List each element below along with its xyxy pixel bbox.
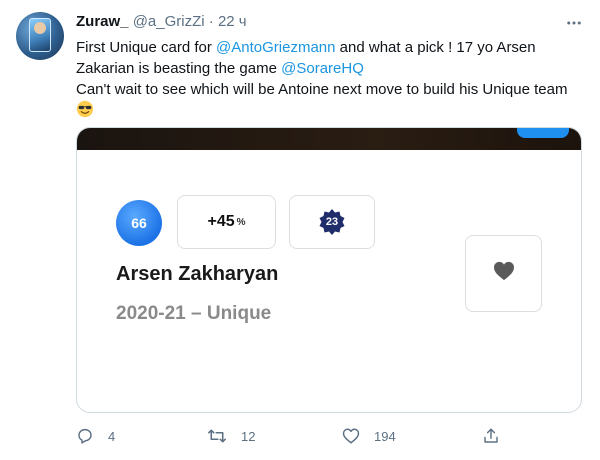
player-rating: 66 <box>116 200 162 246</box>
separator: · <box>208 13 214 30</box>
tweet-line: Zakarian is beasting the game @SorareHQ <box>76 58 586 79</box>
avatar-face <box>34 22 46 34</box>
bonus-unit: % <box>236 216 246 228</box>
image-top-button <box>517 128 569 138</box>
heart-icon <box>493 261 515 286</box>
media-card-image[interactable]: 66 +45% 23 Arsen Zakharyan 2020-21 – Uni… <box>76 127 582 413</box>
reply-button[interactable]: 4 <box>76 424 115 448</box>
avatar[interactable] <box>16 12 64 60</box>
author-handle[interactable]: @a_GrizZi <box>133 13 205 30</box>
like-count: 194 <box>374 428 396 444</box>
mention-link[interactable]: @SorareHQ <box>281 60 364 77</box>
badge-icon: 23 <box>318 208 346 236</box>
retweet-button[interactable]: 12 <box>207 424 255 448</box>
bonus-chip: +45% <box>177 195 276 249</box>
tweet-text: First Unique card for @AntoGriezmann and… <box>76 37 586 124</box>
card-season: 2020-21 – Unique <box>116 303 272 324</box>
tweet-line <box>76 100 586 124</box>
smiling-sunglasses-emoji <box>76 100 94 124</box>
retweet-icon <box>207 427 227 445</box>
tweet[interactable]: Zuraw_ @a_GrizZi · 22 ч First Unique car… <box>0 0 600 460</box>
tweet-header: Zuraw_ @a_GrizZi · 22 ч <box>76 12 247 32</box>
favorite-button <box>465 235 542 312</box>
text-fragment: Zakarian is beasting the game <box>76 60 282 77</box>
reply-count: 4 <box>108 428 116 444</box>
serial-chip: 23 <box>289 195 375 249</box>
author-name[interactable]: Zuraw_ <box>76 13 129 30</box>
more-icon[interactable] <box>564 14 584 32</box>
text-fragment: Can't wait to see which will be Antoine … <box>76 81 568 98</box>
image-top-band <box>77 128 581 150</box>
retweet-count: 12 <box>241 428 256 444</box>
tweet-line: First Unique card for @AntoGriezmann and… <box>76 37 586 58</box>
serial-number: 23 <box>325 216 339 228</box>
reply-icon <box>76 427 94 445</box>
share-icon <box>482 427 500 445</box>
like-button[interactable]: 194 <box>342 424 396 448</box>
share-button[interactable] <box>482 424 500 448</box>
bonus-value: +45 <box>207 213 235 230</box>
mention-link[interactable]: @AntoGriezmann <box>216 39 335 56</box>
player-name: Arsen Zakharyan <box>116 263 279 285</box>
tweet-line: Can't wait to see which will be Antoine … <box>76 79 586 100</box>
timestamp[interactable]: 22 ч <box>218 13 247 30</box>
like-icon <box>342 427 360 445</box>
text-fragment: and what a pick ! 17 yo Arsen <box>335 39 536 56</box>
text-fragment: First Unique card for <box>76 39 217 56</box>
tweet-actions: 4 12 194 <box>76 424 506 448</box>
